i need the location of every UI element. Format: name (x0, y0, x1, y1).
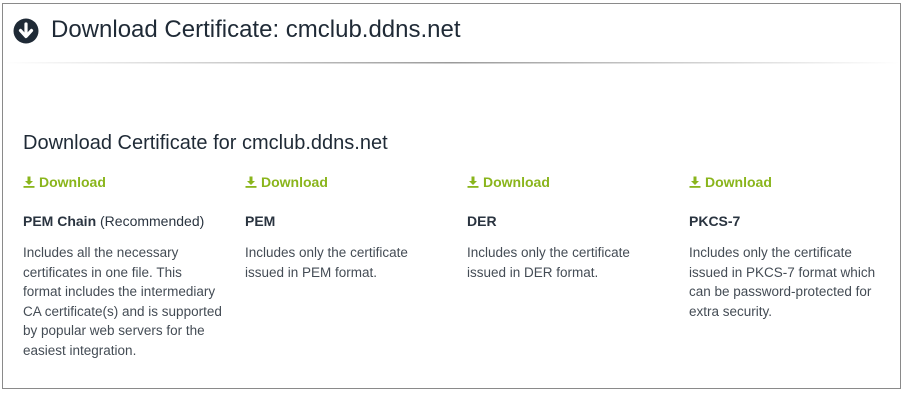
download-icon (245, 176, 257, 188)
format-column-pem-chain: Download PEM Chain (Recommended) Include… (23, 174, 223, 360)
format-description: Includes only the certificate issued in … (245, 245, 408, 280)
download-link-pkcs7[interactable]: Download (689, 174, 772, 190)
download-label: Download (483, 174, 550, 190)
format-title: PEM (245, 213, 445, 229)
download-label: Download (39, 174, 106, 190)
section-title: Download Certificate for cmclub.ddns.net (23, 132, 388, 154)
download-label: Download (705, 174, 772, 190)
format-title: PKCS-7 (689, 213, 889, 229)
format-column-der: Download DER Includes only the certifica… (467, 174, 667, 282)
download-circle-icon (13, 18, 39, 44)
format-name: DER (467, 213, 497, 229)
format-description: Includes all the necessary certificates … (23, 245, 222, 358)
format-name: PKCS-7 (689, 213, 741, 229)
download-link-pem[interactable]: Download (245, 174, 328, 190)
format-title: PEM Chain (Recommended) (23, 213, 223, 229)
format-note: (Recommended) (96, 213, 205, 229)
download-label: Download (261, 174, 328, 190)
format-title: DER (467, 213, 667, 229)
panel-header: Download Certificate: cmclub.ddns.net (3, 4, 900, 64)
page-title: Download Certificate: cmclub.ddns.net (51, 16, 461, 43)
format-name: PEM Chain (23, 213, 97, 229)
format-name: PEM (245, 213, 276, 229)
download-link-der[interactable]: Download (467, 174, 550, 190)
download-link-pem-chain[interactable]: Download (23, 174, 106, 190)
header-divider (3, 62, 900, 64)
download-certificate-panel: Download Certificate: cmclub.ddns.net Do… (2, 3, 901, 389)
format-column-pem: Download PEM Includes only the certifica… (245, 174, 445, 282)
format-description: Includes only the certificate issued in … (689, 245, 876, 319)
format-column-pkcs7: Download PKCS-7 Includes only the certif… (689, 174, 889, 321)
format-description: Includes only the certificate issued in … (467, 245, 630, 280)
download-icon (689, 176, 701, 188)
download-icon (467, 176, 479, 188)
download-icon (23, 176, 35, 188)
